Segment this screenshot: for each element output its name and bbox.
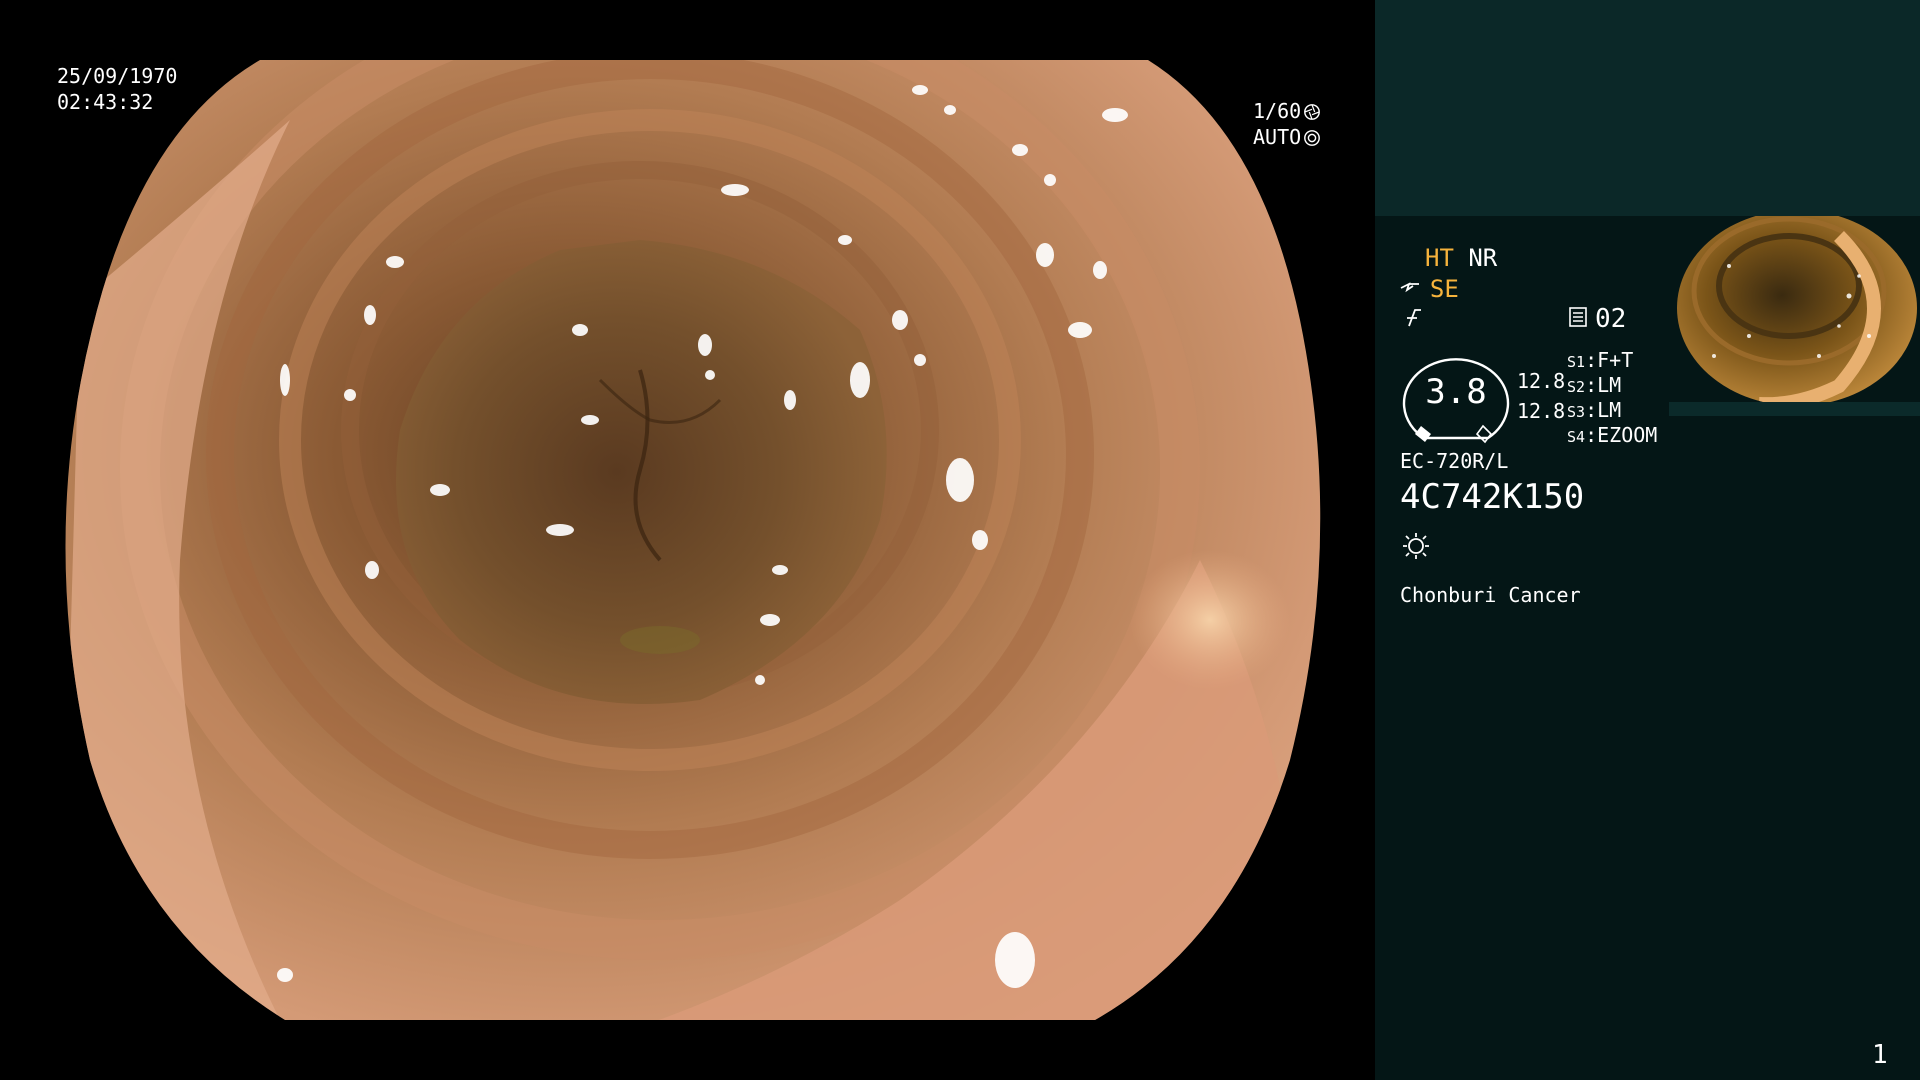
datetime-readout: 25/09/1970 02:43:32 <box>57 63 177 115</box>
switch-key: S2 <box>1567 378 1586 396</box>
switch-key: S1 <box>1567 353 1586 371</box>
switch-key: S3 <box>1567 403 1586 421</box>
info-panel: HT NR SE 02 3.8 12.8 12.8 S1:F+T S2:LM S… <box>1375 0 1920 1080</box>
memory-number: 02 <box>1595 304 1627 334</box>
scope-serial-number: 4C742K150 <box>1400 477 1585 517</box>
switch-row-s1: S1:F+T <box>1567 348 1634 372</box>
gauge-value: 3.8 <box>1425 372 1487 412</box>
shutter-text: 1/60 <box>1253 99 1302 123</box>
exposure-readout: 1/60 AUTO <box>1253 98 1321 150</box>
se-mode: SE <box>1429 275 1459 303</box>
aperture-icon <box>1304 104 1321 120</box>
switch-row-s4: S4:EZOOM <box>1567 423 1658 447</box>
memory-card-icon <box>1569 307 1587 327</box>
date-text: 25/09/1970 <box>57 64 178 88</box>
info-panel-header <box>1375 0 1920 216</box>
endoscopy-image <box>65 60 1321 1020</box>
switch-row-s2: S2:LM <box>1567 373 1622 397</box>
site-name: Chonburi Cancer <box>1400 583 1581 607</box>
nr-mode: NR <box>1468 244 1498 272</box>
iris-ring-icon <box>1304 130 1321 146</box>
image-mode-line: HT NR <box>1425 243 1497 273</box>
switch-row-s3: S3:LM <box>1567 398 1622 422</box>
page-number: 1 <box>1872 1040 1888 1070</box>
switch-value: F+T <box>1597 348 1634 372</box>
switch-value: LM <box>1597 373 1622 397</box>
thumbnail-status-bar <box>1669 402 1920 416</box>
switch-value: EZOOM <box>1597 423 1658 447</box>
ht-mode: HT <box>1425 244 1454 272</box>
light-source-icon <box>1403 533 1429 559</box>
iris-mode-text: AUTO <box>1253 125 1302 149</box>
switch-key: S4 <box>1567 428 1586 446</box>
switch-value: LM <box>1597 398 1622 422</box>
scope-model: EC-720R/L <box>1400 449 1509 473</box>
endoscope-view: 25/09/1970 02:43:32 1/60 AUTO <box>0 0 1375 1080</box>
time-text: 02:43:32 <box>57 90 154 114</box>
gauge-reading-1: 12.8 <box>1517 369 1566 393</box>
gauge-reading-2: 12.8 <box>1517 399 1566 423</box>
captured-thumbnail[interactable] <box>1669 216 1920 414</box>
se-mode-line: SE <box>1401 274 1459 304</box>
freeze-icon <box>1407 309 1421 327</box>
